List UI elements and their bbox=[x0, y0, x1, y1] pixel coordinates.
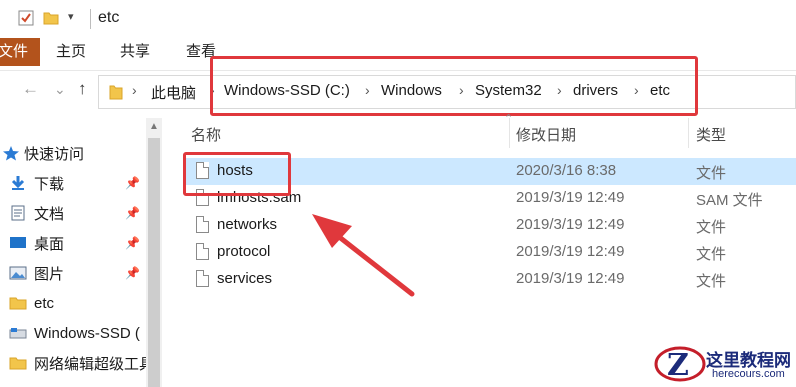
pin-icon: 📌 bbox=[125, 236, 140, 250]
breadcrumb-separator[interactable]: › bbox=[132, 82, 137, 98]
nav-item-etc[interactable]: etc bbox=[0, 288, 160, 318]
file-date: 2019/3/19 12:49 bbox=[516, 243, 625, 260]
download-icon bbox=[11, 176, 25, 190]
file-date: 2019/3/19 12:49 bbox=[516, 189, 625, 206]
title-separator bbox=[90, 9, 91, 29]
file-name: protocol bbox=[217, 243, 271, 260]
column-header-type[interactable]: 类型 bbox=[696, 124, 726, 145]
file-date: 2019/3/19 12:49 bbox=[516, 270, 625, 287]
file-type: SAM 文件 bbox=[696, 192, 763, 209]
recent-locations-button[interactable]: ⌄ bbox=[54, 81, 66, 98]
column-header-date[interactable]: 修改日期 bbox=[516, 124, 576, 145]
nav-item-label: 下载 bbox=[34, 175, 65, 193]
annotation-hosts-highlight bbox=[183, 152, 291, 196]
title-bar: ▾ etc bbox=[0, 0, 796, 38]
tab-file[interactable]: 文件 bbox=[0, 38, 40, 66]
svg-text:Z: Z bbox=[667, 348, 689, 383]
annotation-address-highlight bbox=[210, 56, 698, 116]
drive-icon bbox=[9, 328, 27, 339]
window-title: etc bbox=[98, 9, 120, 26]
tab-share[interactable]: 共享 bbox=[120, 38, 150, 66]
file-icon bbox=[196, 216, 209, 233]
column-header-name[interactable]: 名称 bbox=[191, 124, 221, 145]
file-name: networks bbox=[217, 216, 278, 233]
nav-item-label: 网络编辑超级工具 bbox=[34, 355, 155, 373]
star-icon bbox=[3, 146, 19, 161]
navigation-pane: 快速访问 下载 📌 文档 📌 桌面 📌 图片 📌 etc Windows-SSD… bbox=[0, 118, 164, 387]
up-button[interactable]: ↑ bbox=[78, 79, 87, 99]
file-name: services bbox=[217, 270, 273, 287]
file-type: 文件 bbox=[696, 246, 727, 263]
nav-item-label: Windows-SSD ( bbox=[34, 324, 140, 342]
folder-icon bbox=[109, 85, 123, 100]
pictures-icon bbox=[9, 266, 27, 280]
nav-item-documents[interactable]: 文档 📌 bbox=[0, 198, 160, 228]
column-divider[interactable] bbox=[509, 118, 510, 148]
file-row-services[interactable]: services 2019/3/19 12:49 文件 bbox=[184, 266, 796, 293]
pin-icon: 📌 bbox=[125, 176, 140, 190]
dropdown-icon[interactable]: ▾ bbox=[68, 10, 74, 23]
file-date: 2019/3/19 12:49 bbox=[516, 216, 625, 233]
nav-item-desktop[interactable]: 桌面 📌 bbox=[0, 228, 160, 258]
nav-item-label: 图片 bbox=[34, 265, 65, 283]
file-date: 2020/3/16 8:38 bbox=[516, 162, 617, 179]
folder-icon bbox=[9, 357, 27, 370]
back-button[interactable]: ← bbox=[22, 79, 39, 99]
scroll-up-icon[interactable]: ▲ bbox=[146, 118, 162, 136]
file-icon bbox=[196, 243, 209, 260]
file-row-protocol[interactable]: protocol 2019/3/19 12:49 文件 bbox=[184, 239, 796, 266]
nav-item-folder[interactable]: 网络编辑超级工具 bbox=[0, 348, 160, 378]
column-divider[interactable] bbox=[688, 118, 689, 148]
file-type: 文件 bbox=[696, 165, 727, 182]
desktop-icon bbox=[10, 237, 26, 248]
file-type: 文件 bbox=[696, 219, 727, 236]
watermark-url: herecours.com bbox=[712, 368, 785, 380]
nav-item-pictures[interactable]: 图片 📌 bbox=[0, 258, 160, 288]
tab-home[interactable]: 主页 bbox=[56, 38, 86, 66]
nav-item-quick-access[interactable]: 快速访问 bbox=[0, 138, 160, 168]
nav-item-label: 桌面 bbox=[34, 235, 65, 253]
nav-item-label: 快速访问 bbox=[24, 145, 85, 163]
scrollbar-thumb[interactable] bbox=[148, 138, 160, 387]
checkbox-icon[interactable] bbox=[18, 10, 34, 26]
folder-icon bbox=[9, 297, 27, 310]
document-icon bbox=[11, 205, 25, 221]
file-icon bbox=[196, 270, 209, 287]
pin-icon: 📌 bbox=[125, 266, 140, 280]
nav-item-windows-ssd[interactable]: Windows-SSD ( bbox=[0, 318, 160, 348]
pin-icon: 📌 bbox=[125, 206, 140, 220]
file-type: 文件 bbox=[696, 273, 727, 290]
watermark-logo: Z bbox=[654, 346, 706, 383]
file-row-networks[interactable]: networks 2019/3/19 12:49 文件 bbox=[184, 212, 796, 239]
breadcrumb-this-pc[interactable]: 此电脑 bbox=[151, 82, 196, 103]
nav-item-downloads[interactable]: 下载 📌 bbox=[0, 168, 160, 198]
folder-icon[interactable] bbox=[43, 10, 59, 26]
nav-item-label: etc bbox=[34, 294, 55, 312]
nav-item-label: 文档 bbox=[34, 205, 65, 223]
